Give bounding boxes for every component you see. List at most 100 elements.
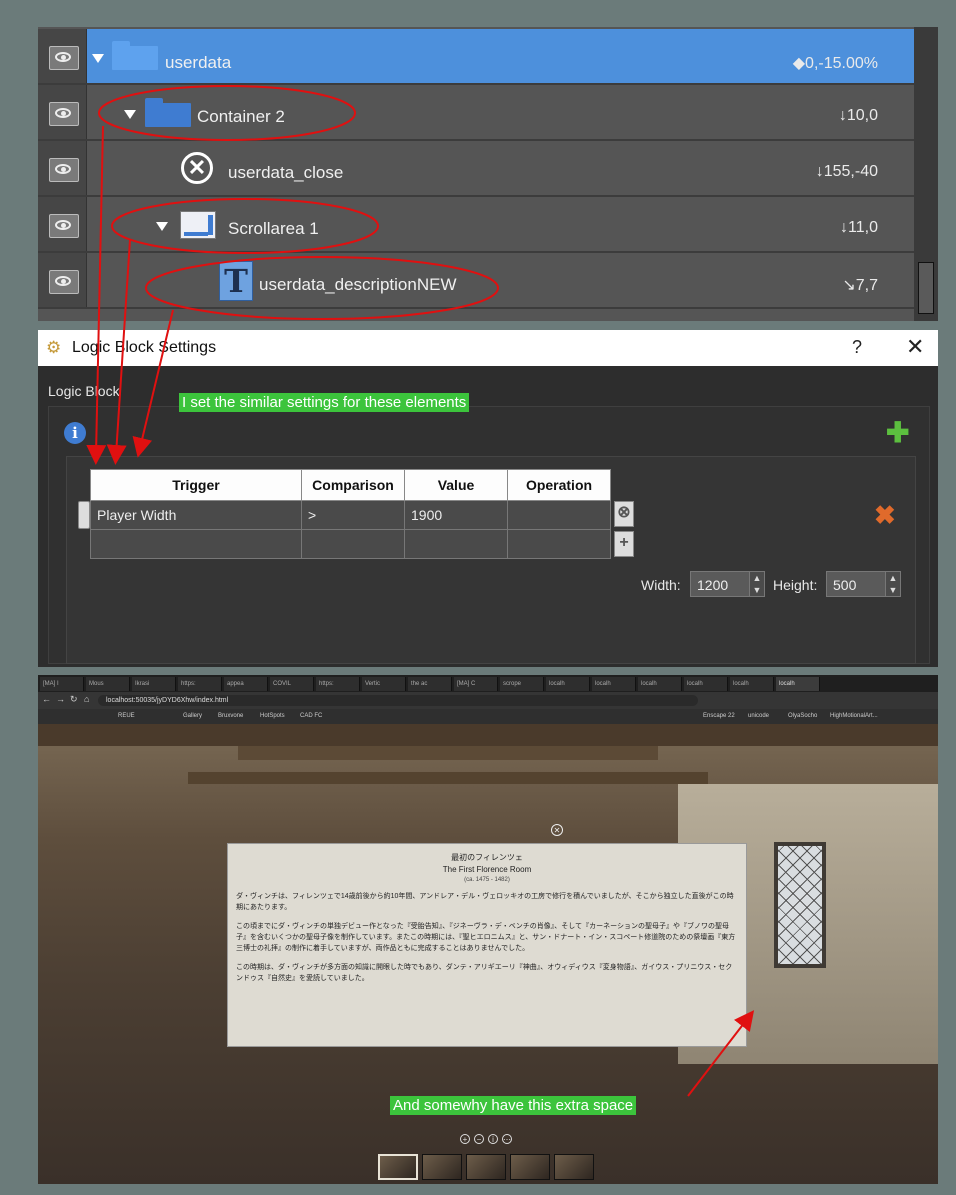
value-cell[interactable] xyxy=(404,529,508,559)
comparison-cell[interactable] xyxy=(301,529,405,559)
tree-row-userdata-description[interactable]: T userdata_descriptionNEW ↘7,7 xyxy=(38,253,914,309)
info-icon[interactable]: i xyxy=(64,422,86,444)
text-element-icon: T xyxy=(219,261,253,301)
browser-tab[interactable]: the ac xyxy=(408,677,452,691)
browser-tab[interactable]: appea xyxy=(224,677,268,691)
width-stepper-icon[interactable]: ▲ ▼ xyxy=(749,571,765,597)
browser-tab[interactable]: https: xyxy=(316,677,360,691)
bookmark-item[interactable]: Gallery xyxy=(183,712,202,721)
tree-row-scrollarea-1[interactable]: Scrollarea 1 ↓11,0 xyxy=(38,197,914,253)
expand-arrow-icon[interactable] xyxy=(92,54,104,63)
annotation-note-bottom: And somewhy have this extra space xyxy=(390,1096,637,1115)
back-icon[interactable]: ← xyxy=(42,695,51,704)
ceiling-beam xyxy=(188,772,708,784)
visibility-column xyxy=(38,141,87,195)
scene-thumbnail[interactable] xyxy=(466,1154,506,1180)
bookmark-item[interactable]: HotSpots xyxy=(260,712,285,721)
browser-tab[interactable]: scrope xyxy=(500,677,544,691)
eye-icon[interactable] xyxy=(49,158,79,182)
browser-tab[interactable]: https: xyxy=(178,677,222,691)
column-header: Value xyxy=(404,469,508,501)
scene-thumbnail[interactable] xyxy=(422,1154,462,1180)
zoom-out-icon[interactable]: − xyxy=(474,1134,484,1144)
ceiling-beam xyxy=(38,724,938,746)
expand-arrow-icon[interactable] xyxy=(124,110,136,119)
forward-icon[interactable]: → xyxy=(56,695,65,704)
expand-arrow-icon[interactable] xyxy=(156,222,168,231)
value-cell[interactable]: 1900 xyxy=(404,500,508,530)
browser-tab[interactable]: Vertic xyxy=(362,677,406,691)
scene-thumbnail[interactable] xyxy=(510,1154,550,1180)
scene-thumbnail[interactable] xyxy=(378,1154,418,1180)
add-logic-block-button[interactable]: ✚ xyxy=(886,419,909,447)
bookmark-item[interactable]: REUE xyxy=(118,712,135,721)
popup-title-ja: 最初のフィレンツェ xyxy=(451,853,523,862)
tree-row-label: Container 2 xyxy=(197,107,285,126)
drag-handle-icon[interactable] xyxy=(78,501,90,529)
popup-close-icon[interactable]: ✕ xyxy=(551,824,563,836)
home-icon[interactable]: ⌂ xyxy=(84,695,89,704)
eye-icon[interactable] xyxy=(49,102,79,126)
browser-tab[interactable]: localh xyxy=(730,677,774,691)
panorama-viewer[interactable]: ✕ 最初のフィレンツェ The First Florence Room (ca.… xyxy=(38,724,938,1184)
browser-tab[interactable]: [MA] I xyxy=(40,677,84,691)
browser-tab[interactable]: [MA] C xyxy=(454,677,498,691)
width-input[interactable]: 1200 xyxy=(690,571,752,597)
tree-row-label: Scrollarea 1 xyxy=(228,219,319,238)
close-button-icon: ✕ xyxy=(181,152,213,184)
remove-row-button[interactable]: ⊗ xyxy=(614,501,634,527)
bookmark-item[interactable]: Bruxvone xyxy=(218,712,243,721)
browser-tab[interactable]: localh xyxy=(684,677,728,691)
width-label: Width: xyxy=(641,577,681,593)
tree-row-userdata[interactable]: userdata ◆0,-15.00% xyxy=(38,29,914,85)
eye-icon[interactable] xyxy=(49,214,79,238)
browser-tab-strip: [MA] I Mous Ikrasi https: appea COVIL https: Ve… xyxy=(38,675,938,692)
comparison-cell[interactable]: > xyxy=(301,500,405,530)
browser-tab[interactable]: localh xyxy=(638,677,682,691)
bookmark-item[interactable]: HighMotionalArt... xyxy=(830,712,878,721)
help-button[interactable]: ? xyxy=(852,337,862,358)
visibility-column xyxy=(38,29,87,83)
close-button[interactable]: ✕ xyxy=(906,334,924,360)
browser-tab[interactable]: localh xyxy=(776,677,820,691)
tree-scrollbar[interactable] xyxy=(914,27,938,321)
tree-row-label: userdata_close xyxy=(228,163,344,182)
tree-row-label: userdata_descriptionNEW xyxy=(259,275,457,294)
trigger-cell[interactable]: Player Width xyxy=(90,500,302,530)
browser-tab[interactable]: localh xyxy=(546,677,590,691)
table-row[interactable]: Player Width > 1900 xyxy=(90,500,611,530)
visibility-column xyxy=(38,85,87,139)
visibility-column xyxy=(38,197,87,251)
more-icon[interactable]: ⋯ xyxy=(502,1134,512,1144)
height-input[interactable]: 500 xyxy=(826,571,888,597)
eye-icon[interactable] xyxy=(49,270,79,294)
browser-tab[interactable]: Ikrasi xyxy=(132,677,176,691)
browser-tab[interactable]: Mous xyxy=(86,677,130,691)
popup-paragraph: この頃までにダ・ヴィンチの単独デビュー作となった『受胎告知』、『ジネーヴラ・デ・… xyxy=(236,923,736,952)
scrollbar-thumb[interactable] xyxy=(918,262,934,314)
operation-cell[interactable] xyxy=(507,529,611,559)
trigger-cell[interactable] xyxy=(90,529,302,559)
bookmark-item[interactable]: Enscape 22 xyxy=(703,712,735,721)
height-stepper-icon[interactable]: ▲ ▼ xyxy=(885,571,901,597)
tree-row-userdata-close[interactable]: ✕ userdata_close ↓155,-40 xyxy=(38,141,914,197)
bookmark-item[interactable]: unicode xyxy=(748,712,769,721)
eye-icon[interactable] xyxy=(49,46,79,70)
bookmark-item[interactable]: OlyaSocho xyxy=(788,712,817,721)
table-row[interactable] xyxy=(90,529,611,559)
tree-row-container-2[interactable]: Container 2 ↓10,0 xyxy=(38,85,914,141)
info-control-icon[interactable]: i xyxy=(488,1134,498,1144)
browser-tab[interactable]: COVIL xyxy=(270,677,314,691)
browser-tab[interactable]: localh xyxy=(592,677,636,691)
scene-thumbnail[interactable] xyxy=(554,1154,594,1180)
add-row-button[interactable]: + xyxy=(614,531,634,557)
address-input[interactable]: localhost:50035/jyDYD6Xhw/index.html xyxy=(98,695,698,706)
scrollarea-icon xyxy=(180,211,216,239)
delete-logic-block-icon[interactable]: ✖ xyxy=(874,500,896,531)
description-popup: 最初のフィレンツェ The First Florence Room (ca. 1… xyxy=(227,843,747,1047)
bookmark-item[interactable]: CAD FC xyxy=(300,712,322,721)
zoom-in-icon[interactable]: + xyxy=(460,1134,470,1144)
operation-cell[interactable] xyxy=(507,500,611,530)
reload-icon[interactable]: ↻ xyxy=(70,695,78,704)
height-label: Height: xyxy=(773,577,818,593)
